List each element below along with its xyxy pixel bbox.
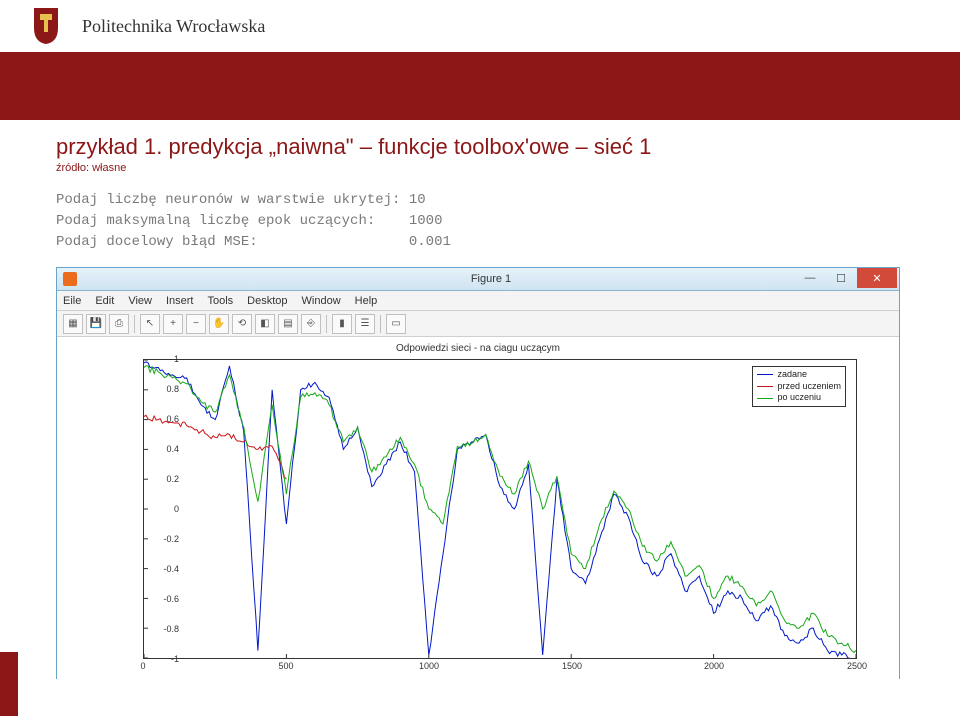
menu-insert[interactable]: Insert (166, 295, 194, 307)
chart-canvas (144, 360, 856, 658)
xtick: 2500 (847, 661, 867, 671)
brush-icon[interactable]: ▤ (278, 314, 298, 334)
slide-title: przykład 1. predykcja „naiwna" – funkcje… (56, 134, 920, 160)
zoom-in-icon[interactable]: + (163, 314, 183, 334)
menu-view[interactable]: View (128, 295, 152, 307)
legend-swatch-red (757, 386, 773, 387)
chart-title: Odpowiedzi sieci - na ciagu uczącym (57, 343, 899, 354)
xtick: 0 (140, 661, 145, 671)
xtick: 1500 (562, 661, 582, 671)
plot-area: Odpowiedzi sieci - na ciagu uczącym 1 0.… (57, 337, 899, 679)
menu-help[interactable]: Help (355, 295, 378, 307)
legend-swatch-blue (757, 374, 773, 375)
legend-icon[interactable]: ☰ (355, 314, 375, 334)
save-icon[interactable]: 💾 (86, 314, 106, 334)
print-icon[interactable]: ⎙ (109, 314, 129, 334)
new-figure-icon[interactable]: ▦ (63, 314, 83, 334)
hide-tools-icon[interactable]: ▭ (386, 314, 406, 334)
zoom-out-icon[interactable]: − (186, 314, 206, 334)
console-line: Podaj maksymalną liczbę epok uczących: 1… (56, 211, 904, 232)
menu-window[interactable]: Window (302, 295, 341, 307)
figure-toolbar: ▦ 💾 ⎙ ↖ + − ✋ ⟲ ◧ ▤ ⎆ ▮ ☰ ▭ (57, 311, 899, 337)
menu-tools[interactable]: Tools (207, 295, 233, 307)
chart-legend[interactable]: zadane przed uczeniem po uczeniu (752, 366, 846, 407)
maximize-button[interactable]: ☐ (826, 268, 856, 288)
footer-accent (0, 652, 18, 716)
slide-subtitle: źródło: własne (56, 162, 920, 174)
data-cursor-icon[interactable]: ◧ (255, 314, 275, 334)
menu-file[interactable]: Eile (63, 295, 81, 307)
university-logo (20, 0, 72, 52)
header-band (0, 52, 960, 120)
menu-edit[interactable]: Edit (95, 295, 114, 307)
link-icon[interactable]: ⎆ (301, 314, 321, 334)
console-output: Podaj liczbę neuronów w warstwie ukrytej… (0, 178, 960, 261)
xtick: 500 (278, 661, 293, 671)
xtick: 1000 (419, 661, 439, 671)
matlab-icon (63, 272, 77, 286)
menu-desktop[interactable]: Desktop (247, 295, 287, 307)
minimize-button[interactable]: — (795, 268, 825, 288)
slide-title-block: przykład 1. predykcja „naiwna" – funkcje… (0, 120, 960, 178)
chart-axes: zadane przed uczeniem po uczeniu (143, 359, 857, 659)
pointer-icon[interactable]: ↖ (140, 314, 160, 334)
xtick: 2000 (704, 661, 724, 671)
figure-menubar: Eile Edit View Insert Tools Desktop Wind… (57, 291, 899, 311)
figure-titlebar: Figure 1 — ☐ ✕ (57, 268, 899, 291)
figure-window-title: Figure 1 (83, 273, 899, 285)
pan-icon[interactable]: ✋ (209, 314, 229, 334)
rotate-icon[interactable]: ⟲ (232, 314, 252, 334)
university-name: Politechnika Wrocławska (82, 16, 265, 37)
colorbar-icon[interactable]: ▮ (332, 314, 352, 334)
console-line: Podaj liczbę neuronów w warstwie ukrytej… (56, 190, 904, 211)
console-line: Podaj docelowy błąd MSE: 0.001 (56, 232, 904, 253)
page-header: Politechnika Wrocławska (0, 0, 960, 52)
legend-swatch-green (757, 398, 773, 399)
matlab-figure-window: Figure 1 — ☐ ✕ Eile Edit View Insert Too… (56, 267, 900, 679)
close-button[interactable]: ✕ (857, 268, 897, 288)
